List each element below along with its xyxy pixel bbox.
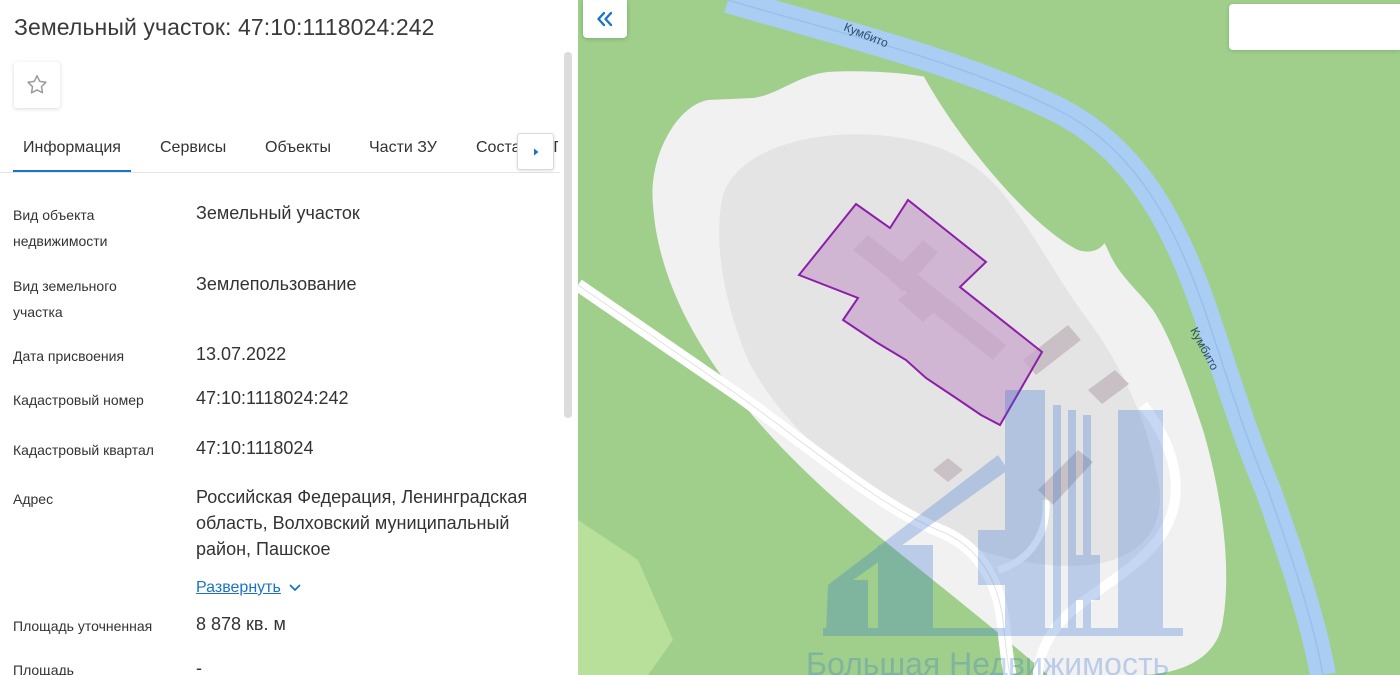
map-search-input[interactable] bbox=[1229, 4, 1400, 50]
info-label: Площадь уточненная bbox=[13, 618, 153, 634]
tab-information[interactable]: Информация bbox=[13, 126, 131, 172]
tab-parts[interactable]: Части ЗУ bbox=[369, 126, 437, 170]
map-canvas[interactable]: Кумбито Кумбито Большая Недвижимость bbox=[578, 0, 1400, 675]
info-label: Вид объекта недвижимости bbox=[13, 207, 108, 249]
info-label: Кадастровый квартал bbox=[13, 442, 154, 458]
address-value: Российская Федерация, Ленинградская обла… bbox=[196, 487, 528, 559]
panel-scrollbar[interactable] bbox=[564, 52, 572, 418]
info-label: Кадастровый номер bbox=[13, 392, 144, 408]
info-value: 47:10:1118024 bbox=[196, 438, 314, 458]
info-value: 13.07.2022 bbox=[196, 344, 287, 364]
favorite-button[interactable] bbox=[14, 62, 60, 108]
info-value: Земельный участок bbox=[196, 203, 360, 223]
info-value: 8 878 кв. м bbox=[196, 614, 286, 634]
star-outline-icon bbox=[27, 75, 47, 94]
info-label: Адрес bbox=[13, 491, 54, 507]
expand-link-label: Развернуть bbox=[196, 579, 281, 596]
tab-bar: Информация Сервисы Объекты Части ЗУ Сост… bbox=[0, 126, 560, 173]
info-value: - bbox=[196, 658, 202, 675]
info-value: Землепользование bbox=[196, 274, 357, 294]
tab-services[interactable]: Сервисы bbox=[160, 126, 226, 170]
caret-right-icon bbox=[533, 148, 538, 155]
info-label: Вид земельного участка bbox=[13, 278, 117, 320]
info-value: 47:10:1118024:242 bbox=[196, 388, 349, 408]
tabs-scroll-right-button[interactable] bbox=[517, 133, 554, 170]
info-label: Площадь bbox=[13, 662, 74, 675]
collapse-panel-button[interactable] bbox=[583, 0, 627, 38]
tab-objects[interactable]: Объекты bbox=[265, 126, 331, 170]
info-label: Дата присвоения bbox=[13, 348, 125, 364]
page-title: Земельный участок: 47:10:1118024:242 bbox=[14, 14, 435, 40]
chevron-down-icon bbox=[289, 584, 301, 591]
watermark-text: Большая Недвижимость bbox=[806, 646, 1169, 675]
map-view[interactable]: Кумбито Кумбито Большая Недвижимость bbox=[578, 0, 1400, 675]
info-panel: Земельный участок: 47:10:1118024:242 Инф… bbox=[0, 0, 578, 675]
expand-link[interactable]: Развернуть bbox=[196, 579, 301, 597]
double-chevron-left-icon bbox=[597, 11, 613, 27]
